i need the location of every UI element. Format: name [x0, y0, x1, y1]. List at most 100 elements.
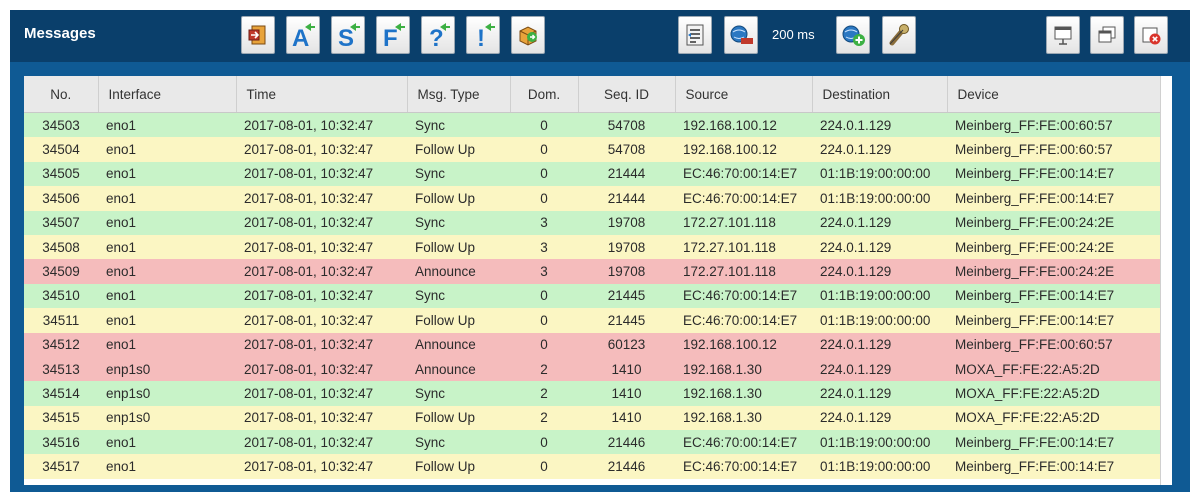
filter-sync-icon: S	[335, 21, 361, 49]
column-header[interactable]: Seq. ID	[578, 76, 676, 113]
table-cell: 172.27.101.118	[675, 234, 812, 260]
table-cell: 172.27.101.118	[675, 210, 812, 235]
table-cell: Announce	[407, 332, 510, 357]
table-cell: eno1	[98, 308, 236, 333]
table-cell: 2017-08-01, 10:32:47	[236, 283, 407, 309]
column-header[interactable]: Destination	[812, 76, 948, 113]
table-header-row: No. Interface Time Msg. Type Dom. Seq. ID Sour…	[24, 76, 1160, 113]
wrench-icon	[887, 23, 911, 47]
filter-sync-button[interactable]: S	[331, 16, 365, 54]
table-cell: 192.168.100.12	[675, 137, 812, 162]
filter-all-button[interactable]: A	[286, 16, 320, 54]
table-cell: Meinberg_FF:FE:00:14:E7	[947, 186, 1160, 211]
column-header[interactable]: Dom.	[510, 76, 579, 113]
table-cell: MOXA_FF:FE:22:A5:2D	[947, 405, 1160, 431]
table-cell: Sync	[407, 283, 510, 309]
table-cell: EC:46:70:00:14:E7	[675, 161, 812, 187]
stop-capture-icon	[728, 23, 754, 47]
table-cell: 192.168.1.30	[675, 381, 812, 406]
table-cell: Follow Up	[407, 308, 510, 333]
table-cell: eno1	[98, 161, 236, 187]
table-row[interactable]: 34504 eno1 2017-08-01, 10:32:47 Follow Up 0 5…	[24, 137, 1160, 162]
restore-window-button[interactable]	[1090, 16, 1124, 54]
column-header[interactable]: No.	[24, 76, 99, 113]
table-cell: 19708	[578, 210, 675, 235]
table-row[interactable]: 34506 eno1 2017-08-01, 10:32:47 Follow Up 0 2…	[24, 186, 1160, 211]
table-row[interactable]: 34515 enp1s0 2017-08-01, 10:32:47 Follow Up…	[24, 405, 1160, 431]
table-row[interactable]: 34513 enp1s0 2017-08-01, 10:32:47 Announce 2…	[24, 356, 1160, 382]
table-cell: 21444	[578, 186, 675, 211]
add-network-button[interactable]	[836, 16, 870, 54]
table-cell: Meinberg_FF:FE:00:14:E7	[947, 161, 1160, 187]
filter-followup-button[interactable]: F	[376, 16, 410, 54]
log-export-button[interactable]	[241, 16, 275, 54]
filter-query-button[interactable]: ?	[421, 16, 455, 54]
table-cell: 2017-08-01, 10:32:47	[236, 161, 407, 187]
export-box-button[interactable]	[511, 16, 545, 54]
table-cell: 192.168.100.12	[675, 112, 812, 138]
table-cell: 192.168.1.30	[675, 356, 812, 382]
table-row[interactable]: 34503 eno1 2017-08-01, 10:32:47 Sync 0 54708 1…	[24, 112, 1160, 138]
table-cell: Meinberg_FF:FE:00:60:57	[947, 332, 1160, 357]
table-row[interactable]: 34514 enp1s0 2017-08-01, 10:32:47 Sync 2 1410…	[24, 381, 1160, 406]
table-row[interactable]: 34511 eno1 2017-08-01, 10:32:47 Follow Up 0 2…	[24, 308, 1160, 333]
column-header[interactable]: Source	[675, 76, 813, 113]
table-cell: 34517	[24, 454, 98, 479]
table-cell: 2017-08-01, 10:32:47	[236, 259, 407, 284]
column-header[interactable]: Msg. Type	[407, 76, 511, 113]
wrench-button[interactable]	[882, 16, 916, 54]
table-cell: 34513	[24, 356, 98, 382]
table-cell: 0	[510, 454, 578, 479]
table-cell: Meinberg_FF:FE:00:14:E7	[947, 283, 1160, 309]
table-cell: 0	[510, 308, 578, 333]
table-row[interactable]: 34512 eno1 2017-08-01, 10:32:47 Announce 0 60…	[24, 332, 1160, 357]
filter-flag-icon: !	[470, 21, 496, 49]
filter-all-icon: A	[290, 21, 316, 49]
capture-speed-label: 200 ms	[772, 27, 815, 42]
table-cell: 34507	[24, 210, 98, 235]
table-cell: 192.168.1.30	[675, 405, 812, 431]
column-header[interactable]: Device	[947, 76, 1160, 113]
table-cell: 0	[510, 112, 578, 138]
table-cell: 54708	[578, 137, 675, 162]
table-cell: 34509	[24, 259, 98, 284]
table-cell: 34510	[24, 283, 98, 309]
column-header[interactable]: Interface	[98, 76, 237, 113]
table-cell: Follow Up	[407, 405, 510, 431]
table-row[interactable]: 34509 eno1 2017-08-01, 10:32:47 Announce 3 19…	[24, 259, 1160, 284]
table-cell: 01:1B:19:00:00:00	[812, 283, 947, 309]
table-cell: EC:46:70:00:14:E7	[675, 430, 812, 455]
table-cell: 224.0.1.129	[812, 405, 947, 431]
vertical-scrollbar[interactable]	[1160, 76, 1172, 485]
filter-flag-button[interactable]: !	[466, 16, 500, 54]
detach-window-button[interactable]	[1046, 16, 1080, 54]
table-cell: 34515	[24, 405, 98, 431]
messages-window: Messages A S F ? ! 200 ms No. Interface …	[10, 10, 1190, 492]
table-cell: Sync	[407, 430, 510, 455]
table-cell: 01:1B:19:00:00:00	[812, 308, 947, 333]
table-cell: Follow Up	[407, 454, 510, 479]
table-cell: 0	[510, 186, 578, 211]
table-cell: 224.0.1.129	[812, 210, 947, 235]
table-row[interactable]: 34505 eno1 2017-08-01, 10:32:47 Sync 0 21444 E…	[24, 161, 1160, 187]
list-settings-button[interactable]	[678, 16, 712, 54]
list-settings-icon	[684, 23, 706, 47]
table-cell: Meinberg_FF:FE:00:14:E7	[947, 454, 1160, 479]
close-window-button[interactable]	[1134, 16, 1168, 54]
stop-capture-button[interactable]	[724, 16, 758, 54]
table-row[interactable]: 34507 eno1 2017-08-01, 10:32:47 Sync 3 19708 1…	[24, 210, 1160, 235]
table-row[interactable]: 34510 eno1 2017-08-01, 10:32:47 Sync 0 21445 E…	[24, 283, 1160, 309]
restore-window-icon	[1096, 24, 1118, 46]
table-row[interactable]: 34517 eno1 2017-08-01, 10:32:47 Follow Up 0 2…	[24, 454, 1160, 479]
svg-text:A: A	[292, 25, 309, 49]
table-cell: EC:46:70:00:14:E7	[675, 186, 812, 211]
table-cell: 2017-08-01, 10:32:47	[236, 112, 407, 138]
table-cell: 224.0.1.129	[812, 356, 947, 382]
column-header[interactable]: Time	[236, 76, 408, 113]
table-row[interactable]: 34508 eno1 2017-08-01, 10:32:47 Follow Up 3 1…	[24, 234, 1160, 260]
add-network-icon	[840, 23, 866, 47]
table-cell: 21444	[578, 161, 675, 187]
filter-query-icon: ?	[425, 21, 451, 49]
table-cell: 2017-08-01, 10:32:47	[236, 381, 407, 406]
table-row[interactable]: 34516 eno1 2017-08-01, 10:32:47 Sync 0 21446 E…	[24, 430, 1160, 455]
